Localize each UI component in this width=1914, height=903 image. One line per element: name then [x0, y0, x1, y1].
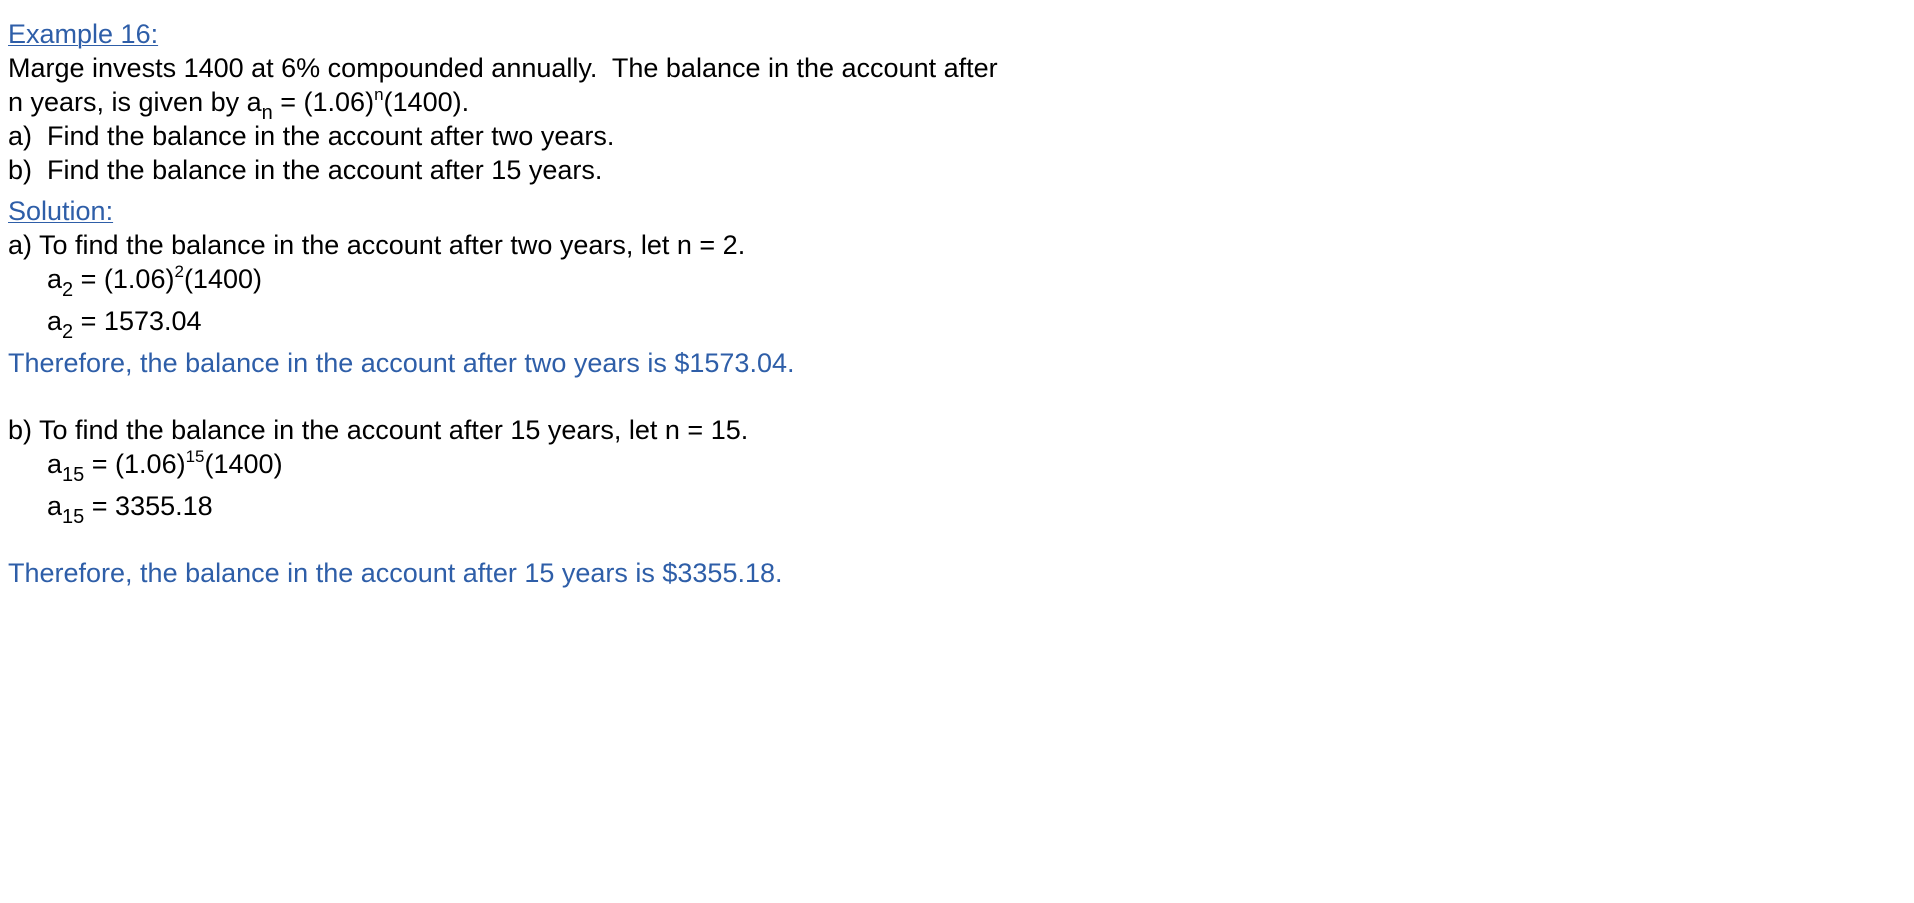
subscript: 2	[62, 279, 74, 301]
subscript: 2	[62, 321, 74, 343]
part-a-equation-2: a2 = 1573.04	[47, 304, 202, 342]
subscript: 15	[62, 464, 85, 486]
formula-text: (1400)	[204, 449, 283, 479]
formula-text: = (1.06)	[272, 87, 375, 117]
part-b-intro: b) To find the balance in the account af…	[8, 415, 749, 445]
part-a-equation-1: a2 = (1.06)2(1400)	[47, 262, 262, 300]
part-a-conclusion: Therefore, the balance in the account af…	[8, 348, 795, 378]
example-title: Example 16:	[8, 19, 159, 49]
part-b-conclusion: Therefore, the balance in the account af…	[8, 558, 783, 588]
formula-text: (1400)	[183, 264, 262, 294]
formula-text: a	[47, 491, 63, 521]
formula-text: = (1.06)	[84, 449, 186, 479]
formula-text: n years, is given by a	[8, 87, 262, 117]
formula-text: = 1573.04	[73, 306, 202, 336]
solution-title: Solution:	[8, 196, 114, 226]
formula-text: a	[47, 264, 63, 294]
formula-text: a	[47, 449, 63, 479]
problem-statement-line-2: n years, is given by an = (1.06)n(1400).	[8, 85, 470, 123]
part-b-equation-2: a15 = 3355.18	[47, 489, 213, 527]
question-b: b) Find the balance in the account after…	[8, 155, 603, 185]
part-a-intro: a) To find the balance in the account af…	[8, 230, 746, 260]
formula-text: = (1.06)	[73, 264, 175, 294]
problem-statement-line-1: Marge invests 1400 at 6% compounded annu…	[8, 53, 998, 83]
formula-text: (1400).	[383, 87, 470, 117]
part-b-equation-1: a15 = (1.06)15(1400)	[47, 447, 283, 485]
superscript: 2	[174, 262, 184, 281]
formula-text: a	[47, 306, 63, 336]
question-a: a) Find the balance in the account after…	[8, 121, 615, 151]
superscript: n	[374, 85, 384, 104]
formula-text: = 3355.18	[84, 491, 213, 521]
superscript: 15	[185, 447, 205, 466]
subscript: 15	[62, 506, 85, 528]
